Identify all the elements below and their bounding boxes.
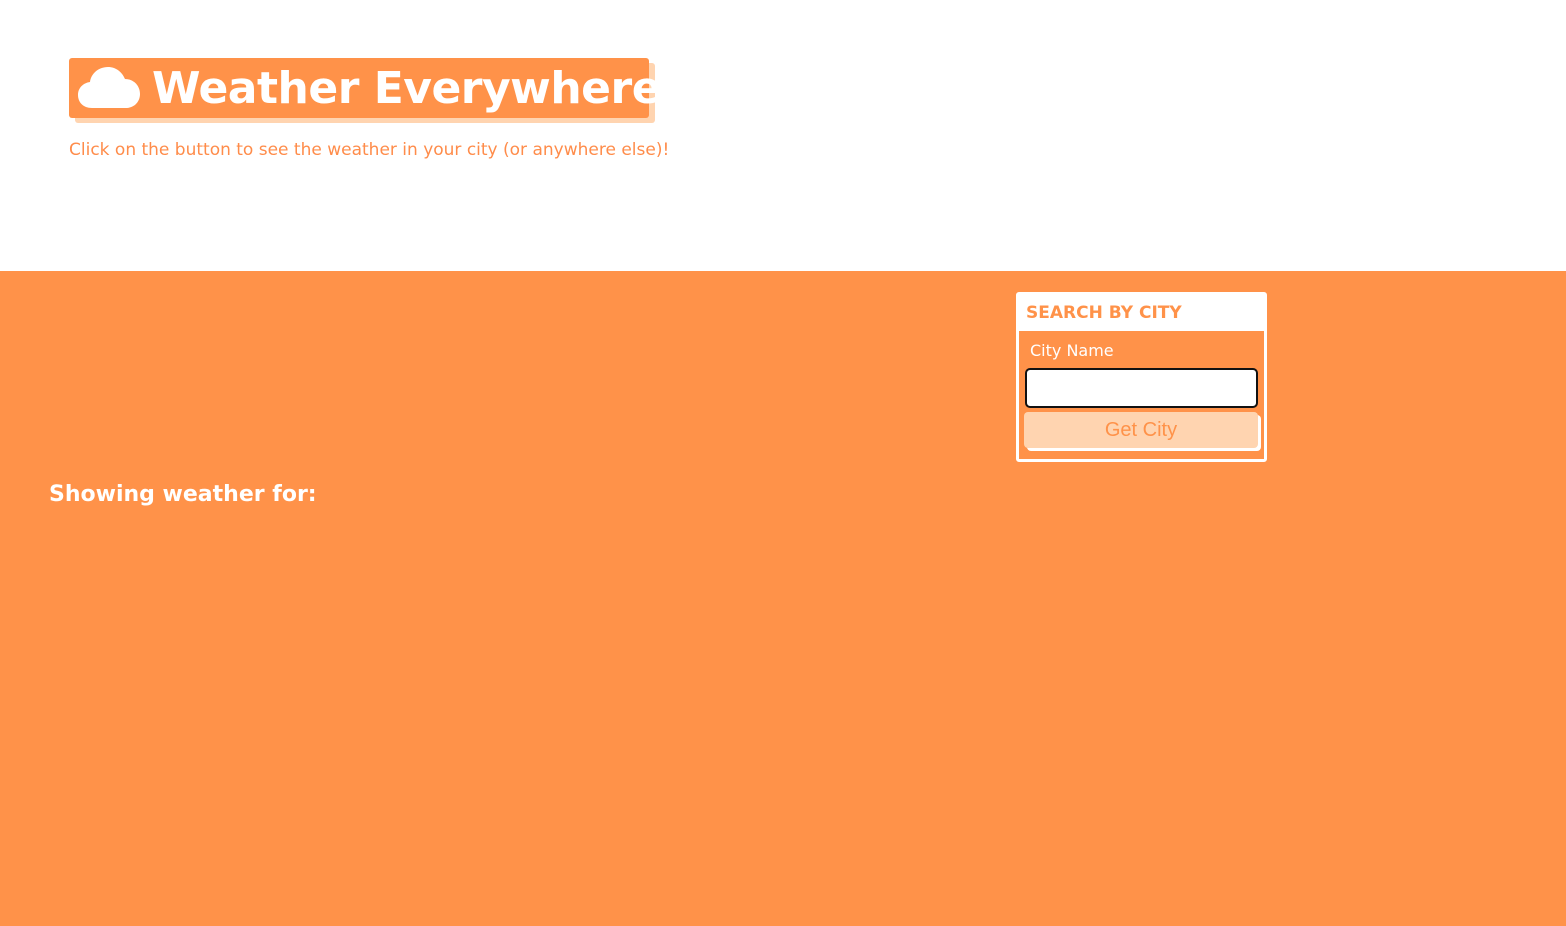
search-card-heading: SEARCH BY CITY bbox=[1019, 295, 1264, 331]
page-header: Weather Everywhere! Click on the button … bbox=[0, 0, 1566, 270]
cloud-icon bbox=[78, 66, 140, 110]
page-title: Weather Everywhere! bbox=[152, 62, 681, 114]
search-card: SEARCH BY CITY City Name Get City bbox=[1016, 292, 1267, 462]
main-section: SEARCH BY CITY City Name Get City Showin… bbox=[0, 271, 1566, 926]
page-subtitle: Click on the button to see the weather i… bbox=[69, 140, 670, 160]
showing-weather-label: Showing weather for: bbox=[49, 482, 317, 507]
title-badge: Weather Everywhere! bbox=[69, 58, 681, 118]
city-name-label: City Name bbox=[1030, 341, 1114, 360]
get-city-button[interactable]: Get City bbox=[1024, 412, 1258, 448]
city-name-input[interactable] bbox=[1025, 368, 1258, 408]
